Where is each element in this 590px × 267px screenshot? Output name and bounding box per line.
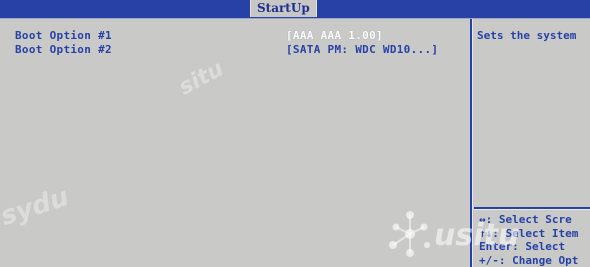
key-select-screen: ↔: Select Scre [479, 213, 572, 226]
help-separator [474, 207, 590, 210]
tab-startup[interactable]: StartUp [250, 0, 317, 17]
watermark-logo-icon [389, 211, 430, 257]
help-description: Sets the system [477, 29, 577, 42]
bios-menu-bar: StartUp [0, 0, 590, 19]
boot-option-1-label[interactable]: Boot Option #1 [15, 29, 112, 42]
key-enter-select: Enter: Select [479, 240, 566, 253]
panel-divider [470, 19, 473, 267]
boot-option-2-label[interactable]: Boot Option #2 [15, 43, 112, 56]
boot-option-2-value[interactable]: [SATA PM: WDC WD10...] [286, 43, 438, 56]
boot-option-1-value[interactable]: [AAA AAA 1.00] [286, 29, 383, 42]
key-change-option: +/-: Change Opt [479, 253, 579, 267]
key-legend: ↔: Select Scre ↑↓: Select Item Enter: Se… [479, 213, 590, 267]
key-select-item: ↑↓: Select Item [479, 226, 579, 240]
